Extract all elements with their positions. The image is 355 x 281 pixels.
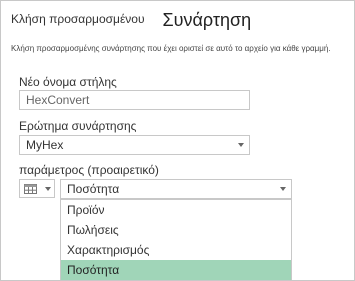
chevron-down-icon — [280, 187, 286, 191]
dialog-title-prefix: Κλήση προσαρμοσμένου — [11, 12, 145, 26]
column-name-input[interactable]: HexConvert — [19, 90, 250, 110]
dropdown-option[interactable]: Πωλήσεις — [61, 220, 291, 240]
dropdown-option[interactable]: Προϊόν — [61, 200, 291, 220]
parameter-select[interactable]: Ποσότητα — [60, 179, 292, 199]
function-query-label: Ερώτημα συνάρτησης — [19, 119, 137, 133]
dialog-description: Κλήση προσαρμοσμένης συνάρτησης που έχει… — [11, 44, 331, 53]
function-query-value: MyHex — [26, 138, 64, 152]
dialog-title: Κλήση προσαρμοσμένου Συνάρτηση — [11, 10, 252, 31]
dialog-title-main: Συνάρτηση — [162, 10, 252, 30]
chevron-down-icon — [238, 143, 244, 147]
parameter-label: παράμετρος (προαιρετικό) — [19, 163, 159, 177]
parameter-type-button[interactable] — [19, 179, 55, 198]
dropdown-option-selected[interactable]: Ποσότητα — [61, 260, 291, 280]
chevron-down-icon — [45, 187, 51, 191]
function-query-select[interactable]: MyHex — [19, 135, 250, 155]
invoke-custom-function-dialog: Κλήση προσαρμοσμένου Συνάρτηση Κλήση προ… — [0, 0, 355, 281]
table-icon — [24, 184, 37, 194]
parameter-dropdown-list: Προϊόν Πωλήσεις Χαρακτηρισμός Ποσότητα — [60, 199, 292, 280]
dropdown-option[interactable]: Χαρακτηρισμός — [61, 240, 291, 260]
parameter-value: Ποσότητα — [67, 182, 120, 196]
column-name-label: Νέο όνομα στήλης — [19, 75, 117, 89]
